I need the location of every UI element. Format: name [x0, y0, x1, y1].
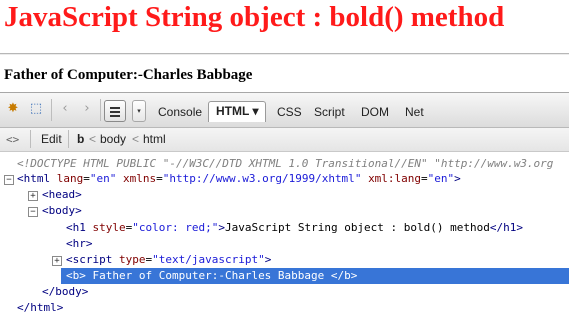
back-icon[interactable]: ‹ — [56, 100, 74, 118]
firebug-bug-icon[interactable]: ✸ — [4, 100, 22, 118]
collapse-body-icon[interactable]: − — [28, 207, 38, 217]
breadcrumb-separator: < — [89, 132, 97, 146]
page-heading: JavaScript String object : bold() method — [4, 1, 505, 33]
doctype-node[interactable]: <!DOCTYPE HTML PUBLIC "-//W3C//DTD XHTML… — [17, 156, 553, 172]
tab-html-label: HTML — [216, 104, 250, 118]
panel-dropdown-button[interactable]: ▾ — [132, 100, 146, 122]
html-node[interactable]: <html lang="en" xmlns="http://www.w3.org… — [17, 171, 461, 187]
tab-dom[interactable]: DOM — [361, 105, 389, 119]
body-close-node[interactable]: </body> — [42, 284, 88, 300]
toolbar-separator — [100, 99, 101, 121]
tab-html[interactable]: HTML ▾ — [208, 101, 267, 122]
edit-button[interactable]: Edit — [41, 132, 62, 146]
script-node[interactable]: <script type="text/javascript"> — [66, 252, 271, 268]
html-close-node[interactable]: </html> — [17, 300, 63, 316]
toolbar-separator — [51, 99, 52, 121]
toolbar-separator — [68, 130, 69, 148]
head-node[interactable]: <head> — [42, 187, 82, 203]
firebug-toolbar: ✸ ⬚ ‹ › ▾ Console HTML ▾ CSS Script DOM … — [0, 92, 569, 128]
h1-node[interactable]: <h1 style="color: red;">JavaScript Strin… — [66, 220, 523, 236]
firebug-panel: ✸ ⬚ ‹ › ▾ Console HTML ▾ CSS Script DOM … — [0, 92, 569, 320]
breadcrumb-item-b[interactable]: b — [77, 132, 84, 146]
horizontal-rule — [0, 53, 569, 55]
breadcrumb-item-html[interactable]: html — [143, 132, 166, 146]
breadcrumb-separator: < — [132, 132, 140, 146]
b-node-selected[interactable]: <b> Father of Computer:-Charles Babbage … — [61, 268, 569, 284]
hr-node[interactable]: <hr> — [66, 236, 93, 252]
code-toggle-icon[interactable]: <> — [6, 133, 19, 146]
panel-menu-button[interactable] — [104, 100, 126, 122]
breadcrumb-item-body[interactable]: body — [100, 132, 126, 146]
tab-net[interactable]: Net — [405, 105, 424, 119]
expand-script-icon[interactable]: + — [52, 256, 62, 266]
toolbar-separator — [30, 130, 31, 148]
inspect-icon[interactable]: ⬚ — [27, 100, 45, 118]
collapse-html-icon[interactable]: − — [4, 175, 14, 185]
bold-text: Father of Computer:-Charles Babbage — [4, 67, 253, 83]
tab-console[interactable]: Console — [158, 105, 202, 119]
forward-icon[interactable]: › — [78, 100, 96, 118]
body-node[interactable]: <body> — [42, 203, 82, 219]
html-tree: <!DOCTYPE HTML PUBLIC "-//W3C//DTD XHTML… — [0, 154, 569, 320]
breadcrumb: <> Edit b < body < html — [0, 128, 569, 152]
tab-script[interactable]: Script — [314, 105, 345, 119]
tab-html-dropdown-icon: ▾ — [252, 104, 259, 118]
expand-head-icon[interactable]: + — [28, 191, 38, 201]
tab-css[interactable]: CSS — [277, 105, 302, 119]
